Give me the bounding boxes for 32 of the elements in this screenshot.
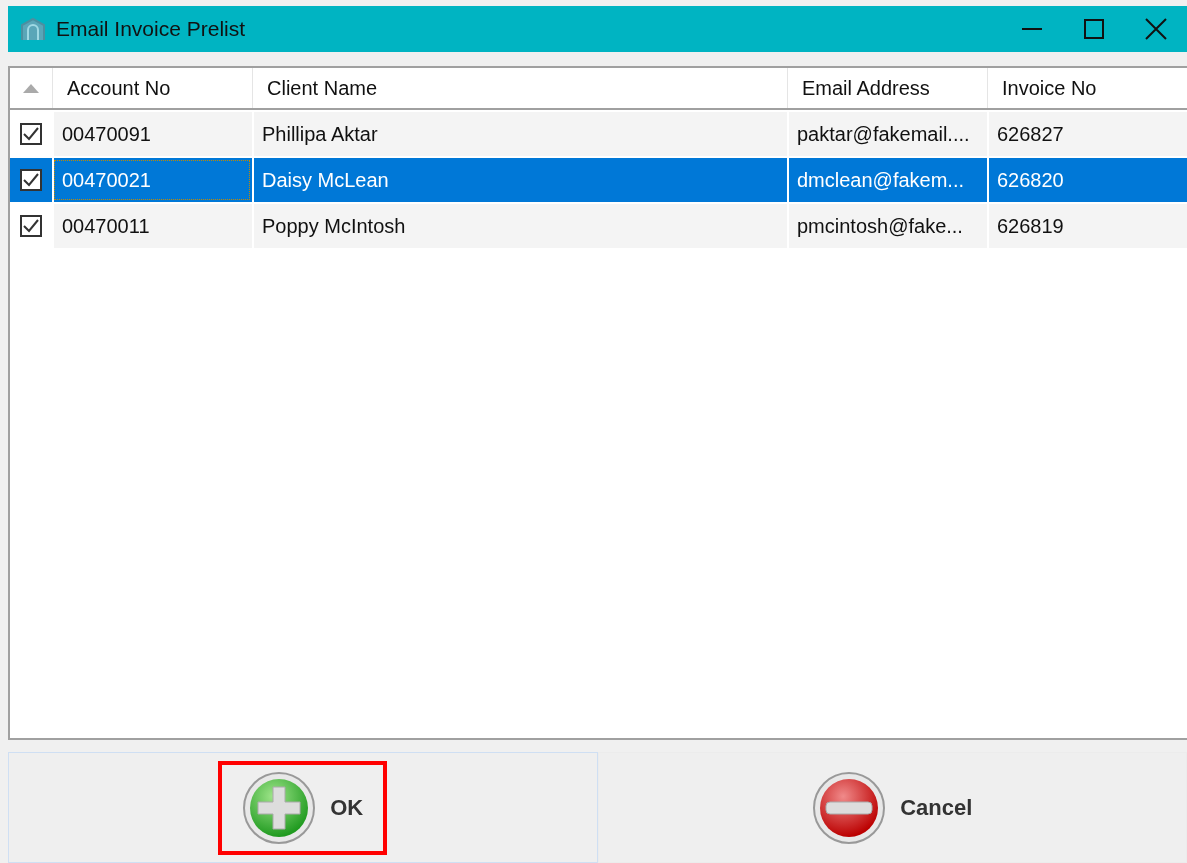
table-cell: Daisy McLean: [252, 158, 787, 202]
close-icon: [1145, 18, 1167, 40]
table-cell: 00470011: [52, 204, 252, 248]
table-cell: Phillipa Aktar: [252, 112, 787, 156]
table-cell: 626827: [987, 112, 1187, 156]
sort-arrow-icon: [23, 83, 39, 93]
ok-button[interactable]: OK: [218, 760, 388, 855]
cancel-button[interactable]: Cancel: [788, 760, 997, 855]
table-cell: 00470091: [52, 112, 252, 156]
minus-icon: [812, 770, 887, 845]
plus-icon: [242, 770, 317, 845]
table-row[interactable]: 00470011 Poppy McIntosh pmcintosh@fake... 626819: [10, 204, 1187, 248]
table-cell: 00470021: [52, 158, 252, 202]
checkbox[interactable]: [20, 169, 42, 191]
table-cell: 626820: [987, 158, 1187, 202]
window-title: Email Invoice Prelist: [56, 16, 246, 43]
maximize-icon: [1084, 19, 1104, 39]
checkbox[interactable]: [20, 123, 42, 145]
table-cell: paktar@fakemail....: [787, 112, 987, 156]
table-row[interactable]: 00470021 Daisy McLean dmclean@fakem... 626820: [10, 158, 1187, 202]
table-cell: Poppy McIntosh: [252, 204, 787, 248]
column-header[interactable]: Email Address: [787, 68, 987, 108]
table-cell: 626819: [987, 204, 1187, 248]
app-icon: [20, 17, 46, 41]
table-row[interactable]: 00470091 Phillipa Aktar paktar@fakemail.... 626827: [10, 112, 1187, 156]
column-header[interactable]: Account No: [52, 68, 252, 108]
table-cell: pmcintosh@fake...: [787, 204, 987, 248]
table-cell: dmclean@fakem...: [787, 158, 987, 202]
minimize-icon: [1022, 28, 1042, 30]
checkbox[interactable]: [20, 215, 42, 237]
column-header[interactable]: Invoice No: [987, 68, 1187, 108]
column-header[interactable]: Client Name: [252, 68, 787, 108]
